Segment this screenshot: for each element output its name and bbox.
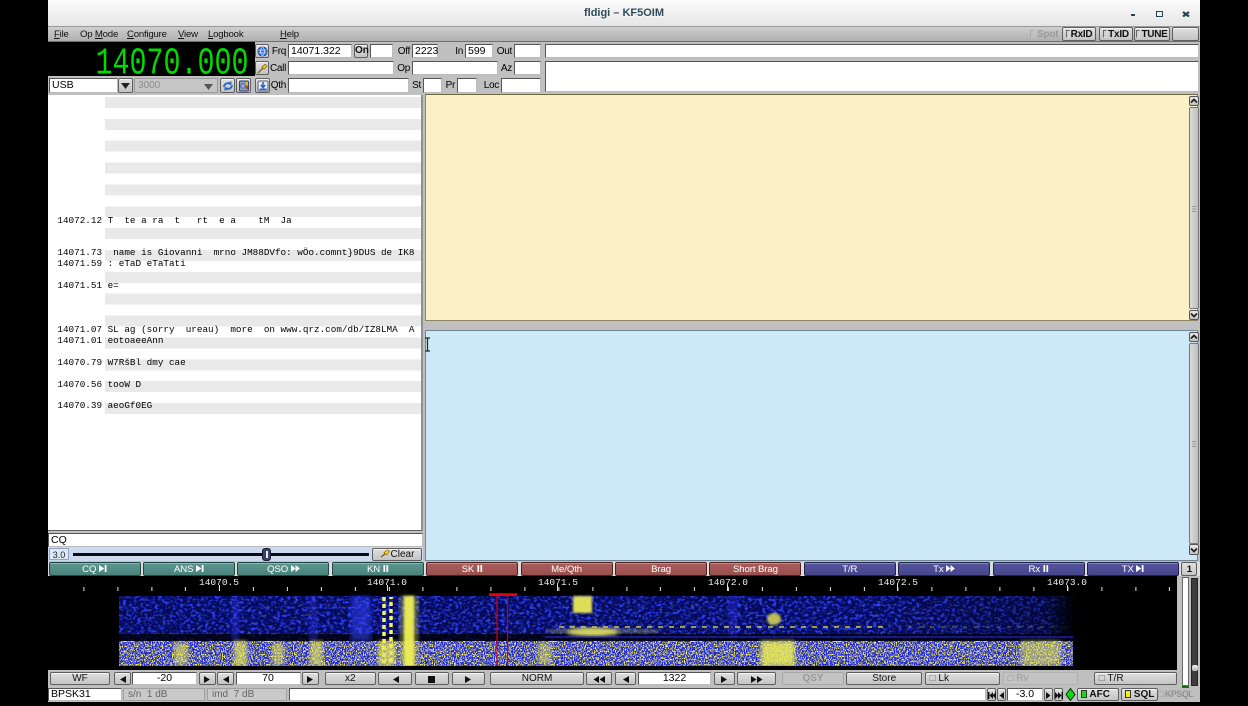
svg-text:14070.000: 14070.000 xyxy=(96,43,249,77)
